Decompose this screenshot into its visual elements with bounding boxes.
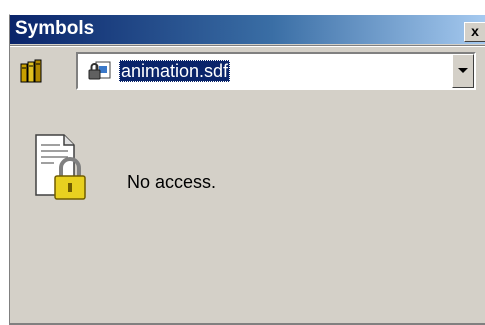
title-bar[interactable]: Symbols (10, 15, 485, 44)
dropdown-button[interactable] (452, 54, 474, 88)
chevron-down-icon (458, 68, 468, 73)
books-icon[interactable] (19, 58, 45, 84)
toolbar-divider (10, 45, 485, 47)
locked-file-icon (88, 61, 111, 80)
close-button[interactable]: x (464, 22, 485, 42)
locked-document-icon (35, 134, 86, 200)
file-select[interactable]: animation.sdf (76, 52, 476, 90)
panel-title: Symbols (15, 18, 95, 39)
selected-file-value: animation.sdf (119, 60, 231, 82)
access-message: No access. (127, 172, 217, 192)
